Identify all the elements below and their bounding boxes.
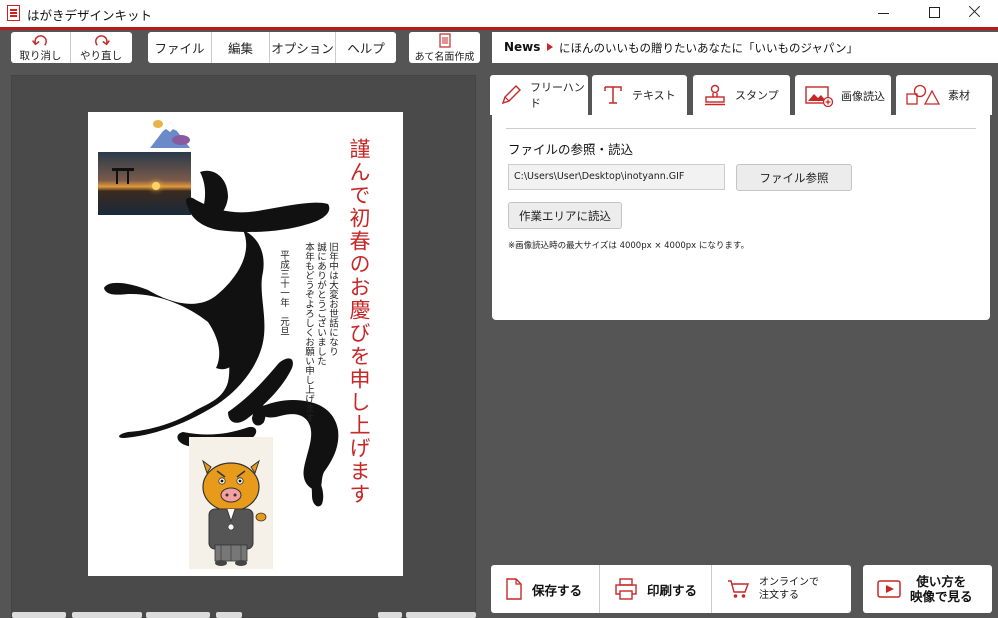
postcard-address-icon <box>438 32 451 48</box>
print-label: 印刷する <box>647 582 698 598</box>
browse-file-button[interactable]: ファイル参照 <box>736 164 852 191</box>
tab-stamp[interactable]: スタンプ <box>693 75 790 115</box>
zoom-tab-1[interactable] <box>12 612 66 618</box>
printer-icon <box>615 578 637 600</box>
news-label: News <box>504 40 541 54</box>
document-icon <box>506 578 522 600</box>
pencil-icon <box>501 85 521 105</box>
tab-materials[interactable]: 素材 <box>896 75 992 115</box>
accent-divider <box>0 27 998 30</box>
menu-options[interactable]: オプション <box>270 32 336 63</box>
tab-image-load-label: 画像読込 <box>841 90 885 103</box>
postcard-canvas[interactable]: 謹んで初春のお慶びを申し上げます 旧年中は大変お世話になり 誠にありがとうござい… <box>88 112 403 576</box>
undo-icon <box>31 35 47 46</box>
address-side-label: あて名面作成 <box>414 51 475 63</box>
news-link[interactable]: にほんのいいもの贈りたいあなたに「いいものジャパン」 <box>559 40 858 56</box>
load-to-workarea-button[interactable]: 作業エリアに読込 <box>508 202 622 229</box>
boar-illustration <box>202 459 267 566</box>
tab-freehand-label: フリーハンド <box>530 81 585 110</box>
close-button[interactable] <box>952 0 998 27</box>
tab-text-label: テキスト <box>632 89 676 102</box>
address-side-group: あて名面作成 <box>409 32 480 63</box>
watch-video-button[interactable]: 使い方を 映像で見る <box>863 565 992 613</box>
video-label: 使い方を 映像で見る <box>910 574 973 604</box>
minimize-button[interactable] <box>860 0 906 27</box>
video-play-icon <box>877 580 901 598</box>
shapes-icon <box>906 84 940 105</box>
undo-label: 取り消し <box>19 50 62 62</box>
title-bar: はがきデザインキット <box>0 0 998 27</box>
max-size-note: ※画像読込時の最大サイズは 4000px × 4000px になります。 <box>508 241 750 251</box>
order-label-line1: オンラインで <box>759 577 819 588</box>
undo-redo-group: 取り消し やり直し <box>11 32 132 63</box>
redo-button[interactable]: やり直し <box>71 32 131 63</box>
order-label: オンラインで 注文する <box>759 576 819 602</box>
video-label-line1: 使い方を <box>916 574 967 589</box>
tab-text[interactable]: テキスト <box>592 75 687 115</box>
order-label-line2: 注文する <box>759 590 799 601</box>
save-button[interactable]: 保存する <box>491 565 600 613</box>
redo-label: やり直し <box>80 50 122 62</box>
news-arrow-icon <box>547 43 553 51</box>
print-button[interactable]: 印刷する <box>600 565 712 613</box>
greeting-text[interactable]: 謹んで初春のお慶びを申し上げます <box>346 138 372 506</box>
message-line-3[interactable]: 本年もどうぞよろしくお願い申し上げます <box>302 242 314 423</box>
zoom-tab-2[interactable] <box>72 612 142 618</box>
tab-freehand[interactable]: フリーハンド <box>490 75 588 115</box>
message-line-2[interactable]: 誠にありがとうございました <box>314 242 326 366</box>
menu-file[interactable]: ファイル <box>148 32 212 63</box>
action-bar: 保存する 印刷する オンラインで 注文する <box>491 565 851 613</box>
zoom-tab-3[interactable] <box>146 612 210 618</box>
menu-edit[interactable]: 編集 <box>212 32 270 63</box>
window-title: はがきデザインキット <box>27 8 153 23</box>
video-label-line2: 映像で見る <box>910 589 973 604</box>
zoom-in-button[interactable] <box>378 612 402 618</box>
maximize-button[interactable] <box>910 0 956 27</box>
app-icon <box>7 5 20 21</box>
zoom-fit-button[interactable] <box>406 612 476 618</box>
tab-materials-label: 素材 <box>948 89 970 102</box>
boar-character-image[interactable] <box>189 437 273 569</box>
redo-icon <box>95 35 110 46</box>
menu-bar: ファイル 編集 オプション ヘルプ <box>148 32 396 63</box>
image-load-panel: ファイルの参照・読込 C:\Users\User\Desktop\inotyan… <box>492 115 990 320</box>
news-bar: News にほんのいいもの贈りたいあなたに「いいものジャパン」 <box>492 32 998 63</box>
address-side-button[interactable]: あて名面作成 <box>409 32 480 63</box>
file-path-field[interactable]: C:\Users\User\Desktop\inotyann.GIF <box>508 164 725 190</box>
tab-image-load[interactable]: 画像読込 <box>795 75 891 117</box>
panel-divider <box>506 128 976 129</box>
section-title: ファイルの参照・読込 <box>508 142 634 157</box>
text-t-icon <box>604 86 622 104</box>
zoom-out-button[interactable] <box>216 612 242 618</box>
date-text[interactable]: 平成三十一年 元旦 <box>277 250 289 336</box>
image-add-icon <box>805 86 833 107</box>
order-online-button[interactable]: オンラインで 注文する <box>712 565 851 613</box>
save-label: 保存する <box>532 582 583 598</box>
cart-icon <box>728 580 749 598</box>
tab-stamp-label: スタンプ <box>735 89 779 102</box>
message-line-1[interactable]: 旧年中は大変お世話になり <box>326 242 338 356</box>
stamp-icon <box>705 84 725 106</box>
tool-tabs: フリーハンド テキスト スタンプ 画像読込 素材 <box>490 75 992 117</box>
menu-help[interactable]: ヘルプ <box>336 32 396 63</box>
undo-button[interactable]: 取り消し <box>11 32 71 63</box>
